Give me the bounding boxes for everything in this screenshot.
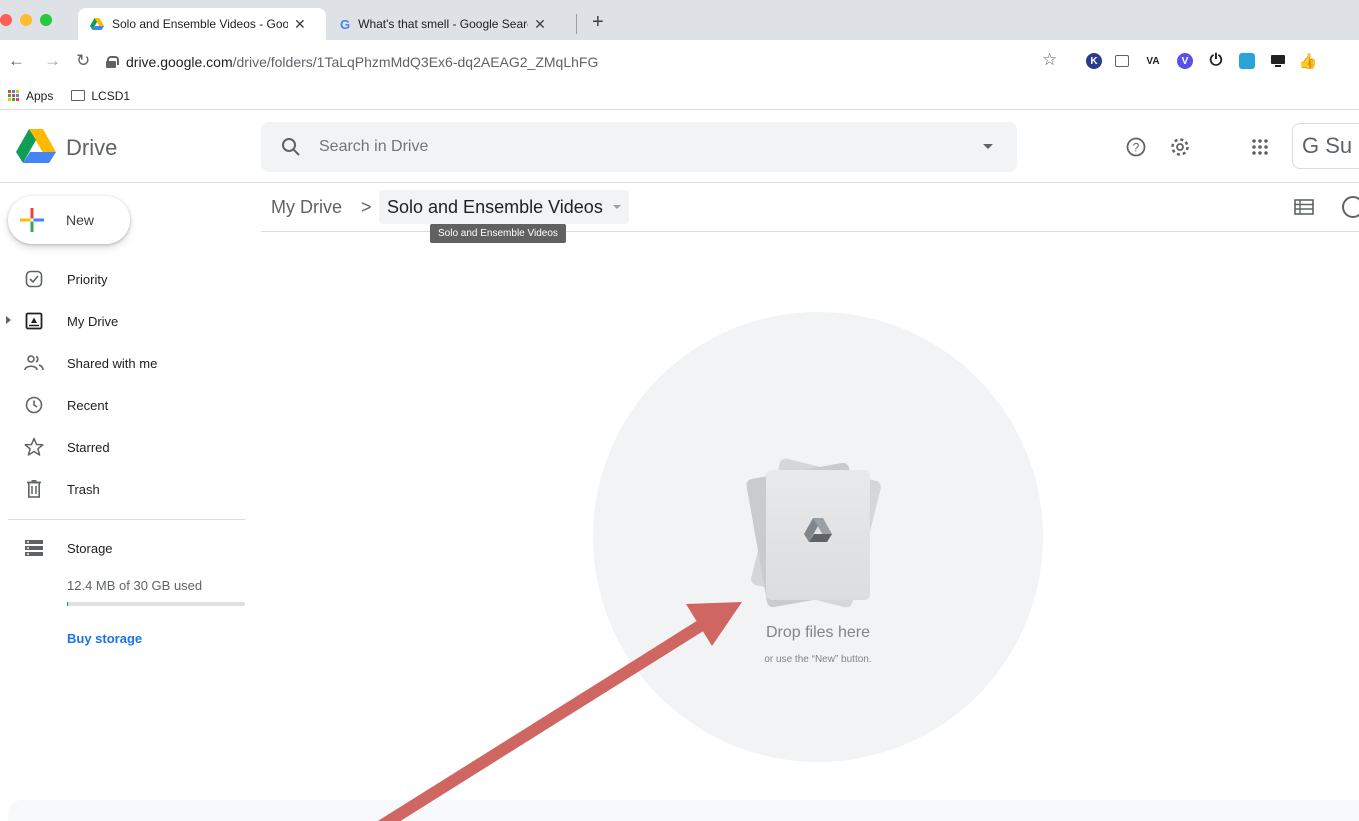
bookmark-folder-lcsd1[interactable]: LCSD1	[71, 89, 130, 103]
sidebar-item-priority[interactable]: Priority	[0, 259, 245, 299]
extension-cloud-icon[interactable]	[1239, 53, 1255, 69]
my-drive-icon	[24, 311, 44, 331]
folder-name-tooltip: Solo and Ensemble Videos	[430, 224, 566, 243]
drive-favicon-icon	[90, 18, 104, 30]
gsuite-logo[interactable]: G Su	[1292, 123, 1359, 169]
tab-close-icon[interactable]: ✕	[534, 16, 546, 33]
drive-watermark-icon	[804, 518, 832, 542]
priority-icon	[24, 269, 44, 289]
breadcrumb-my-drive[interactable]: My Drive	[271, 197, 342, 218]
expand-arrow-icon[interactable]	[6, 316, 11, 324]
shared-icon	[24, 353, 44, 373]
settings-gear-icon[interactable]	[1168, 135, 1192, 159]
window-close-button[interactable]	[0, 14, 12, 26]
sidebar-item-storage[interactable]: Storage	[0, 528, 245, 568]
buy-storage-link[interactable]: Buy storage	[67, 631, 142, 646]
storage-usage-text: 12.4 MB of 30 GB used	[67, 578, 203, 593]
new-tab-button[interactable]: +	[592, 12, 604, 32]
sidebar-divider	[8, 519, 245, 520]
extension-mail-icon[interactable]	[1115, 55, 1129, 67]
svg-text:?: ?	[1133, 141, 1140, 155]
drive-header: Drive ? G Su	[0, 111, 1359, 183]
extension-screen-icon[interactable]	[1270, 53, 1286, 69]
google-drive-logo-icon[interactable]	[16, 129, 56, 165]
storage-label: Storage	[67, 540, 113, 556]
storage-icon	[24, 538, 44, 558]
google-apps-grid-icon[interactable]	[1248, 135, 1272, 159]
breadcrumb-separator-icon: >	[361, 197, 372, 217]
gsuite-label: G Su	[1302, 133, 1353, 158]
back-arrow-icon[interactable]: ←	[8, 51, 25, 71]
sidebar-item-label: Starred	[67, 439, 110, 455]
sidebar-item-trash[interactable]: Trash	[0, 469, 245, 509]
search-input[interactable]	[319, 138, 919, 156]
bookmark-label: Apps	[26, 88, 54, 103]
window-maximize-button[interactable]	[40, 14, 52, 26]
search-options-caret-icon[interactable]	[983, 144, 993, 149]
bookmark-apps[interactable]: Apps	[8, 89, 53, 103]
window-minimize-button[interactable]	[20, 14, 32, 26]
tab-separator	[576, 14, 577, 34]
tab-title: What's that smell - Google Search	[358, 17, 529, 31]
storage-progress-bar	[67, 602, 245, 606]
lock-icon	[106, 56, 119, 68]
trash-icon	[24, 479, 44, 499]
reload-icon[interactable]: ↻	[76, 51, 90, 71]
current-folder-name: Solo and Ensemble Videos	[387, 196, 603, 217]
drop-files-title: Drop files here	[765, 624, 871, 641]
browser-tab-strip: Solo and Ensemble Videos - Google Drive …	[0, 0, 1359, 40]
bookmark-star-icon[interactable]: ☆	[1042, 50, 1057, 70]
help-icon[interactable]: ?	[1124, 135, 1148, 159]
bottom-panel-strip	[8, 800, 1359, 821]
sidebar-item-label: Trash	[67, 481, 100, 497]
forward-arrow-icon[interactable]: →	[44, 51, 61, 71]
list-view-icon[interactable]	[1294, 199, 1314, 215]
folder-icon	[71, 90, 86, 101]
sidebar-item-label: Recent	[67, 397, 109, 413]
bookmarks-bar: Apps LCSD1	[0, 82, 1359, 110]
folder-menu-caret-icon	[612, 205, 621, 209]
search-bar[interactable]	[261, 122, 1017, 172]
details-info-icon[interactable]	[1342, 196, 1359, 218]
new-button[interactable]: New	[8, 196, 130, 244]
browser-tab-google-search[interactable]: G What's that smell - Google Search ✕	[328, 8, 552, 40]
extension-power-icon[interactable]: ⏻	[1208, 52, 1224, 69]
sidebar-item-label: Priority	[67, 271, 108, 287]
browser-tab-drive[interactable]: Solo and Ensemble Videos - Google Drive …	[78, 8, 326, 40]
sidebar-item-my-drive[interactable]: My Drive	[0, 301, 245, 341]
extension-thumb-icon[interactable]: 👍	[1299, 53, 1318, 70]
browser-toolbar: ← → ↻ drive.google.com/drive/folders/1Ta…	[0, 40, 1359, 82]
bookmark-label: LCSD1	[91, 88, 131, 103]
sidebar-item-recent[interactable]: Recent	[0, 385, 245, 425]
apps-grid-icon	[8, 89, 20, 102]
sidebar-item-label: My Drive	[67, 313, 119, 329]
breadcrumb-current-folder[interactable]: Solo and Ensemble Videos	[379, 190, 629, 224]
breadcrumb: My Drive > Solo and Ensemble Videos	[261, 189, 1359, 232]
url-host: drive.google.com	[126, 54, 233, 70]
app-title[interactable]: Drive	[66, 135, 117, 161]
sidebar-item-label: Shared with me	[67, 355, 158, 371]
search-icon[interactable]	[281, 137, 301, 157]
google-favicon-icon: G	[340, 16, 351, 32]
tab-close-icon[interactable]: ✕	[294, 16, 306, 33]
drop-files-subtitle: or use the “New” button.	[764, 654, 872, 665]
new-button-label: New	[66, 212, 95, 228]
address-bar[interactable]: drive.google.com/drive/folders/1TaLqPhzm…	[106, 48, 1076, 76]
extension-va-icon[interactable]: VA	[1145, 53, 1161, 69]
plus-icon	[20, 208, 44, 232]
sidebar-item-starred[interactable]: Starred	[0, 427, 245, 467]
storage-progress-fill	[67, 602, 68, 606]
extension-v-icon[interactable]: V	[1177, 53, 1193, 69]
tab-title: Solo and Ensemble Videos - Google Drive	[112, 17, 288, 31]
sidebar-item-shared-with-me[interactable]: Shared with me	[0, 343, 245, 383]
extension-k-icon[interactable]: K	[1086, 53, 1102, 69]
star-icon	[24, 437, 44, 457]
url-path: /drive/folders/1TaLqPhzmMdQ3Ex6-dq2AEAG2…	[232, 54, 599, 70]
clock-icon	[24, 395, 44, 415]
